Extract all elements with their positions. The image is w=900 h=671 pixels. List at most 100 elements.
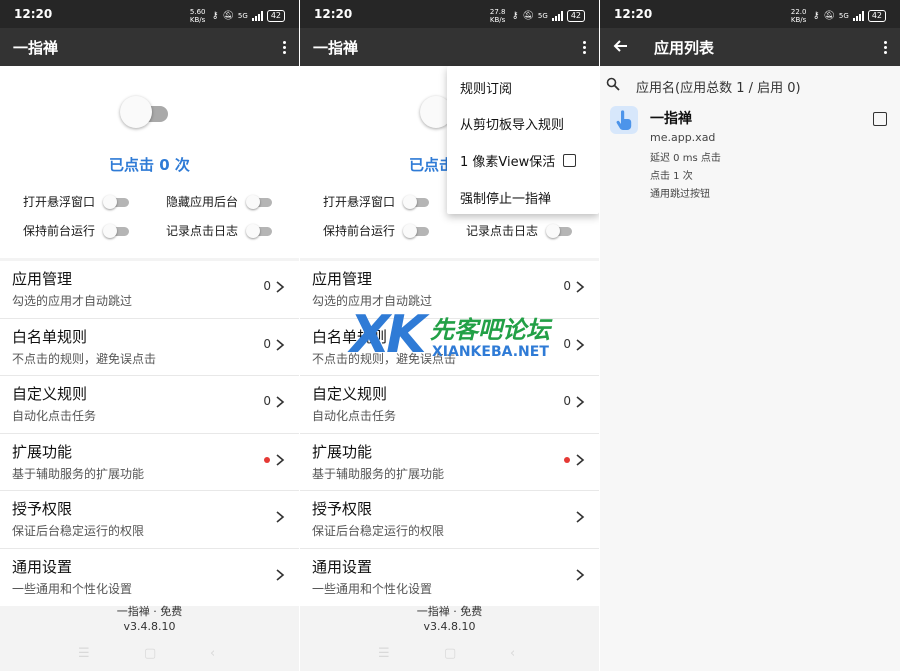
keep-foreground-switch[interactable]	[403, 223, 430, 238]
item-desc: 保证后台稳定运行的权限	[312, 524, 445, 538]
battery-icon: 42	[867, 10, 886, 22]
item-desc: 基于辅助服务的扩展功能	[12, 466, 145, 481]
search-icon	[606, 77, 620, 91]
menu-item-label: 强制停止一指禅	[460, 192, 552, 207]
chevron-right-icon	[276, 396, 285, 408]
option-floating-window[interactable]: 打开悬浮窗口	[323, 193, 430, 210]
footer-name: 一指禅 · 免费	[116, 605, 183, 618]
more-options-icon[interactable]	[878, 36, 892, 58]
app-title: 一指禅	[13, 39, 59, 57]
menu-nav-icon[interactable]: ☰	[378, 646, 390, 661]
click-log-switch[interactable]	[246, 223, 273, 238]
list-item-custom-rules[interactable]: 自定义规则 自动化点击任务 0	[300, 376, 599, 434]
list-item-permissions[interactable]: 授予权限 保证后台稳定运行的权限	[300, 491, 599, 549]
footer-version: v3.4.8.10	[423, 620, 476, 633]
status-time: 12:20	[314, 7, 353, 21]
chevron-right-icon	[576, 396, 585, 408]
network-type: 5G	[237, 12, 248, 20]
app-enable-checkbox[interactable]	[873, 112, 887, 126]
menu-item-rule-subscription[interactable]: 规则订阅	[460, 78, 512, 97]
status-time: 12:20	[614, 7, 653, 21]
key-icon: ⚷	[511, 11, 519, 21]
list-item-extensions[interactable]: 扩展功能 基于辅助服务的扩展功能	[0, 434, 299, 491]
option-label: 保持前台运行	[323, 224, 396, 238]
option-label: 记录点击日志	[166, 224, 239, 238]
item-desc: 一些通用和个性化设置	[12, 581, 133, 596]
main-screen: 12:20 5.60 KB/s ⚷ 🔕︎ 5G 42 一指禅 已点击 0 次 打…	[0, 0, 299, 671]
item-desc: 自动化点击任务	[312, 409, 397, 423]
net-speed: 27.8 KB/s	[489, 8, 506, 24]
mute-icon: 🔕︎	[522, 11, 534, 21]
keep-foreground-switch[interactable]	[103, 223, 130, 238]
back-nav-icon[interactable]: ‹	[210, 646, 215, 661]
list-item-general-settings[interactable]: 通用设置 一些通用和个性化设置	[300, 549, 599, 607]
list-item-custom-rules[interactable]: 自定义规则 自动化点击任务 0	[0, 376, 299, 434]
chevron-right-icon	[276, 568, 285, 581]
menu-item-label: 从剪切板导入规则	[460, 118, 565, 133]
option-label: 隐藏应用后台	[166, 195, 239, 209]
item-count: 0	[263, 394, 271, 408]
battery-icon: 42	[566, 10, 585, 22]
menu-nav-icon[interactable]: ☰	[78, 646, 90, 661]
item-count: 0	[263, 336, 271, 351]
watermark-mark: XK	[350, 305, 426, 365]
new-badge-dot	[264, 456, 270, 463]
mute-icon: 🔕︎	[222, 11, 234, 21]
menu-item-pixel-keepalive[interactable]: 1 像素View保活	[460, 151, 577, 170]
app-footer: 一指禅 · 免费 v3.4.8.10	[300, 604, 599, 634]
search-bar[interactable]: 应用名(应用总数 1 / 启用 0)	[600, 66, 900, 102]
chevron-right-icon	[276, 281, 285, 293]
item-count: 0	[263, 279, 271, 293]
more-options-icon[interactable]	[577, 36, 591, 58]
list-item-permissions[interactable]: 授予权限 保证后台稳定运行的权限	[0, 491, 299, 549]
option-floating-window[interactable]: 打开悬浮窗口	[23, 193, 130, 210]
option-click-log[interactable]: 记录点击日志	[466, 222, 573, 239]
service-toggle[interactable]	[120, 96, 170, 130]
click-log-switch[interactable]	[546, 223, 573, 238]
list-item-app-management[interactable]: 应用管理 勾选的应用才自动跳过 0	[0, 261, 299, 319]
app-list-item[interactable]: 一指禅 me.app.xad 延迟 0 ms 点击 点击 1 次 通用跳过按钮	[600, 104, 900, 200]
home-nav-icon[interactable]: ▢	[144, 646, 156, 661]
home-nav-icon[interactable]: ▢	[444, 646, 456, 661]
item-desc: 勾选的应用才自动跳过	[12, 294, 133, 308]
item-title: 应用管理	[12, 270, 73, 288]
menu-item-force-stop[interactable]: 强制停止一指禅	[460, 188, 551, 207]
pixel-keepalive-checkbox[interactable]	[563, 154, 577, 167]
more-options-icon[interactable]	[277, 36, 291, 58]
item-title: 通用设置	[12, 557, 73, 576]
floating-window-switch[interactable]	[403, 194, 430, 209]
floating-window-switch[interactable]	[103, 194, 130, 209]
chevron-right-icon	[576, 281, 585, 293]
net-speed: 22.0 KB/s	[790, 8, 807, 24]
hide-recents-switch[interactable]	[246, 194, 273, 209]
search-input[interactable]: 应用名(应用总数 1 / 启用 0)	[636, 77, 801, 96]
key-icon: ⚷	[211, 11, 219, 21]
item-title: 自定义规则	[12, 385, 88, 403]
menu-item-import-clipboard[interactable]: 从剪切板导入规则	[460, 114, 564, 133]
back-arrow-icon[interactable]	[612, 37, 630, 55]
list-item-general-settings[interactable]: 通用设置 一些通用和个性化设置	[0, 549, 299, 607]
option-click-log[interactable]: 记录点击日志	[166, 222, 273, 239]
battery-icon: 42	[266, 10, 285, 22]
system-nav-bar: ☰ ▢ ‹	[0, 644, 299, 664]
chevron-right-icon	[576, 453, 585, 466]
app-name: 一指禅	[650, 111, 692, 127]
back-nav-icon[interactable]: ‹	[510, 646, 515, 661]
status-time: 12:20	[14, 7, 53, 21]
footer-name: 一指禅 · 免费	[416, 605, 483, 618]
item-title: 授予权限	[12, 500, 73, 518]
status-bar: 12:20 5.60 KB/s ⚷ 🔕︎ 5G 42	[0, 0, 299, 28]
watermark-logo: XK 先客吧论坛 XIANKEBA.NET	[350, 306, 550, 368]
watermark-en: XIANKEBA.NET	[432, 344, 549, 360]
signal-icon	[551, 11, 563, 21]
option-label: 打开悬浮窗口	[323, 195, 396, 209]
option-keep-foreground[interactable]: 保持前台运行	[323, 222, 430, 239]
list-item-whitelist[interactable]: 白名单规则 不点击的规则，避免误点击 0	[0, 319, 299, 376]
system-nav-bar: ☰ ▢ ‹	[300, 644, 599, 664]
item-count: 0	[563, 394, 571, 408]
item-count: 0	[563, 279, 571, 293]
watermark-cn: 先客吧论坛	[430, 316, 550, 344]
option-keep-foreground[interactable]: 保持前台运行	[23, 222, 130, 239]
list-item-extensions[interactable]: 扩展功能 基于辅助服务的扩展功能	[300, 434, 599, 491]
option-hide-recents[interactable]: 隐藏应用后台	[166, 193, 273, 210]
